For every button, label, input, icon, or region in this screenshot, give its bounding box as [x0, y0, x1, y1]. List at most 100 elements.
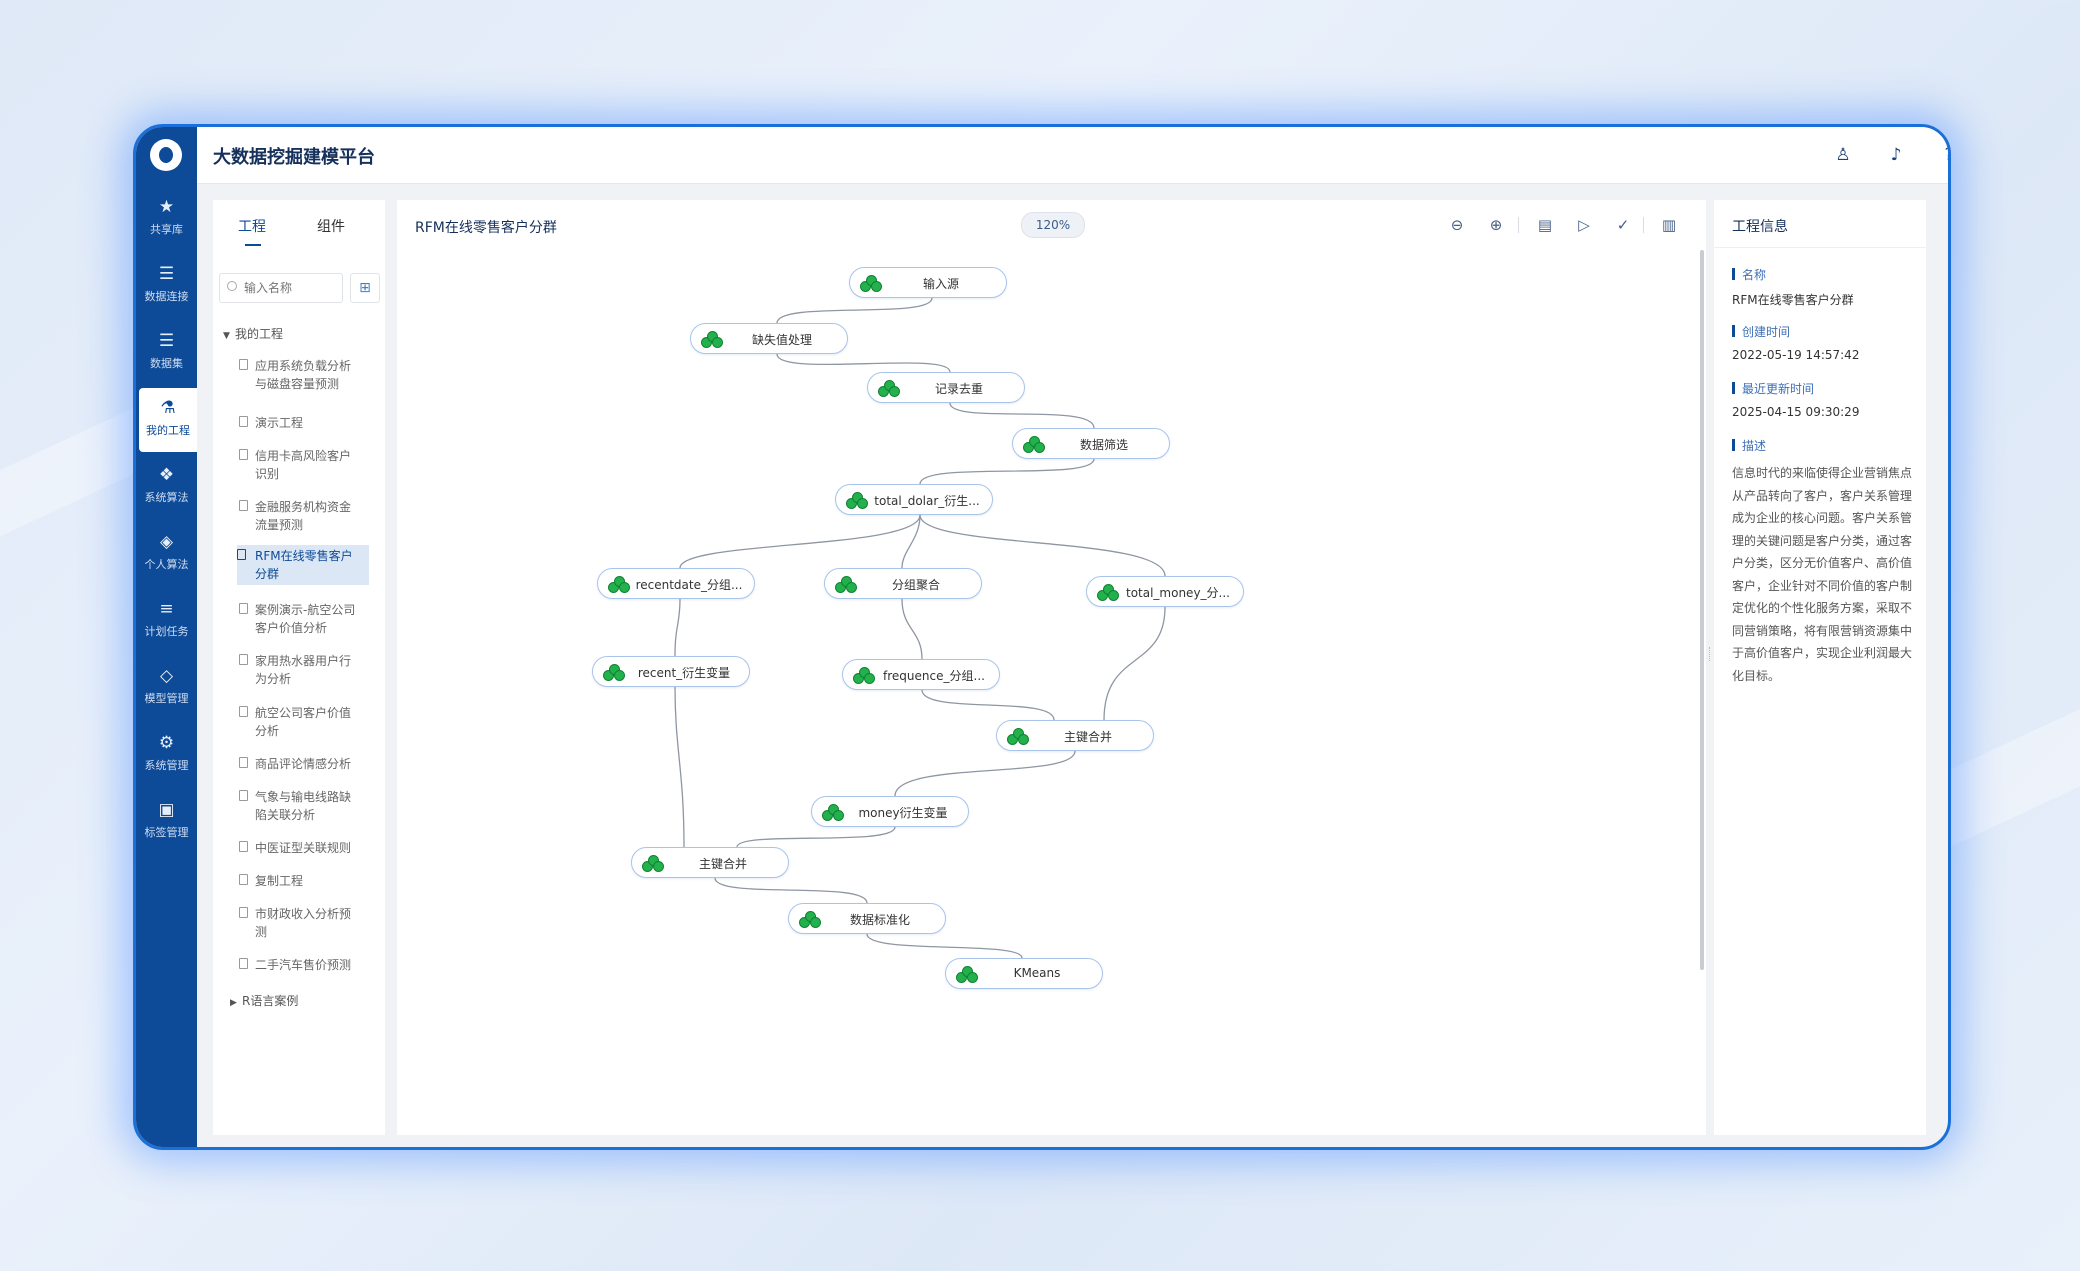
component-icon [835, 575, 857, 593]
component-icon [1097, 583, 1119, 601]
name-label: 名称 [1732, 266, 1766, 283]
connector [949, 402, 1095, 429]
tree-item[interactable]: 复制工程 [239, 870, 375, 892]
nav-item-tag-management[interactable]: ▣ 标签管理 [136, 790, 197, 854]
top-header: 大数据挖掘建模平台 ♙ ♪ ? ✉ ⇥ [197, 127, 1948, 184]
component-icon [853, 666, 875, 684]
flow-node[interactable]: 缺失值处理 [690, 323, 848, 354]
flow-node[interactable]: 记录去重 [867, 372, 1025, 403]
run-icon[interactable]: ▷ [1574, 215, 1594, 235]
tree-item[interactable]: 家用热水器用户行为分析 [239, 650, 375, 690]
flow-node[interactable]: KMeans [945, 958, 1103, 989]
nav-item-data-connection[interactable]: ☰ 数据连接 [136, 254, 197, 318]
file-icon [239, 500, 248, 511]
file-icon [239, 416, 248, 427]
panel-resize-handle[interactable] [1709, 647, 1713, 661]
new-project-button[interactable]: ⊞ [350, 273, 380, 303]
nav-item-system-management[interactable]: ⚙ 系统管理 [136, 723, 197, 787]
tree-item[interactable]: 信用卡高风险客户识别 [239, 445, 375, 485]
connector [919, 458, 1095, 485]
project-panel: 工程 组件 ⊞ ▼我的工程 应用系统负载分析与磁盘容量预测 演示工程 信用卡高风… [213, 200, 385, 1135]
connector [901, 598, 923, 660]
tree-item[interactable]: 应用系统负载分析与磁盘容量预测 [239, 355, 375, 395]
connector [714, 877, 868, 904]
nav-item-dataset[interactable]: ☰ 数据集 [136, 321, 197, 385]
tree-root-my-projects[interactable]: ▼ 我的工程 [223, 325, 283, 342]
flow-node[interactable]: total_money_分... [1086, 576, 1244, 607]
dataset-icon: ☰ [158, 331, 175, 351]
zoom-level[interactable]: 120% [1021, 212, 1085, 238]
nav-item-shared-library[interactable]: ★ 共享库 [136, 187, 197, 251]
flow-node[interactable]: total_dolar_衍生... [835, 484, 993, 515]
caret-right-icon: ▶ [230, 998, 237, 1008]
tree-item[interactable]: 商品评论情感分析 [239, 753, 375, 775]
flow-node[interactable]: 数据标准化 [788, 903, 946, 934]
connector [736, 826, 896, 848]
star-icon: ★ [158, 197, 175, 217]
file-icon [239, 757, 248, 768]
flow-node[interactable]: frequence_分组... [842, 659, 1000, 690]
file-icon [239, 654, 248, 665]
caret-down-icon: ▼ [223, 331, 230, 341]
tab-projects[interactable]: 工程 [238, 216, 266, 236]
flow-node[interactable]: 分组聚合 [824, 568, 982, 599]
connector [674, 686, 685, 848]
nav-item-my-projects[interactable]: ⚗ 我的工程 [139, 388, 197, 452]
tree-root-r-cases[interactable]: ▶ R语言案例 [230, 992, 298, 1009]
tree-item[interactable]: 气象与输电线路缺陷关联分析 [239, 786, 375, 826]
flow-connectors [674, 297, 1166, 959]
project-info-panel: 工程信息 名称 RFM在线零售客户分群 创建时间 2022-05-19 14:5… [1714, 200, 1926, 1135]
tree-item[interactable]: 中医证型关联规则 [239, 837, 375, 859]
gear-icon: ⚙ [158, 733, 175, 753]
flow-node[interactable]: 输入源 [849, 267, 1007, 298]
search-input[interactable] [242, 278, 340, 298]
save-icon[interactable]: ▤ [1535, 215, 1555, 235]
connector [776, 297, 933, 324]
flow-node[interactable]: recentdate_分组... [597, 568, 755, 599]
cube-icon: ◈ [159, 532, 174, 552]
list-icon: ≡ [159, 599, 174, 619]
panel-icon[interactable]: ▥ [1659, 215, 1679, 235]
tree-item[interactable]: 案例演示-航空公司客户价值分析 [239, 599, 375, 639]
component-icon [846, 491, 868, 509]
tree-item[interactable]: 演示工程 [239, 412, 375, 434]
flow-node[interactable]: 主键合并 [996, 720, 1154, 751]
nav-item-personal-algorithms[interactable]: ◈ 个人算法 [136, 522, 197, 586]
flow-area[interactable]: 输入源 缺失值处理 记录去重 数据筛选 total_dolar_衍生... re… [397, 250, 1706, 1135]
connector [901, 514, 921, 569]
tree-item[interactable]: 二手汽车售价预测 [239, 954, 375, 976]
zoom-in-icon[interactable]: ⊕ [1486, 215, 1506, 235]
connector [919, 514, 1166, 577]
flow-node[interactable]: recent_衍生变量 [592, 656, 750, 687]
tree-item-active[interactable]: RFM在线零售客户分群 [237, 545, 369, 585]
flask-icon: ⚗ [160, 398, 176, 418]
tree-item[interactable]: 航空公司客户价值分析 [239, 702, 375, 742]
user-icon[interactable]: ♙ [1832, 144, 1854, 166]
component-icon [701, 330, 723, 348]
connector [921, 689, 1055, 721]
help-icon[interactable]: ? [1938, 144, 1948, 166]
component-icon [799, 910, 821, 928]
connector [674, 598, 681, 657]
tab-components[interactable]: 组件 [317, 216, 345, 236]
workflow-canvas: RFM在线零售客户分群 120% ⊖ ⊕ ▤ ▷ ✓ ▥ 输入源 缺失值处理 记… [397, 200, 1706, 1135]
canvas-scrollbar[interactable] [1700, 250, 1704, 970]
component-icon [860, 274, 882, 292]
flow-node[interactable]: 数据筛选 [1012, 428, 1170, 459]
tree-item[interactable]: 金融服务机构资金流量预测 [239, 496, 375, 536]
component-icon [1023, 435, 1045, 453]
zoom-out-icon[interactable]: ⊖ [1447, 215, 1467, 235]
file-icon [239, 907, 248, 918]
flow-node[interactable]: 主键合并 [631, 847, 789, 878]
nav-item-system-algorithms[interactable]: ❖ 系统算法 [136, 455, 197, 519]
file-icon [239, 841, 248, 852]
file-icon [237, 549, 246, 560]
tree-item[interactable]: 市财政收入分析预测 [239, 903, 375, 943]
bell-icon[interactable]: ♪ [1885, 144, 1907, 166]
flow-node[interactable]: money衍生变量 [811, 796, 969, 827]
connector [894, 750, 1076, 797]
nav-item-model-management[interactable]: ◇ 模型管理 [136, 656, 197, 720]
file-icon [239, 603, 248, 614]
check-icon[interactable]: ✓ [1613, 215, 1633, 235]
nav-item-scheduled-tasks[interactable]: ≡ 计划任务 [136, 589, 197, 653]
